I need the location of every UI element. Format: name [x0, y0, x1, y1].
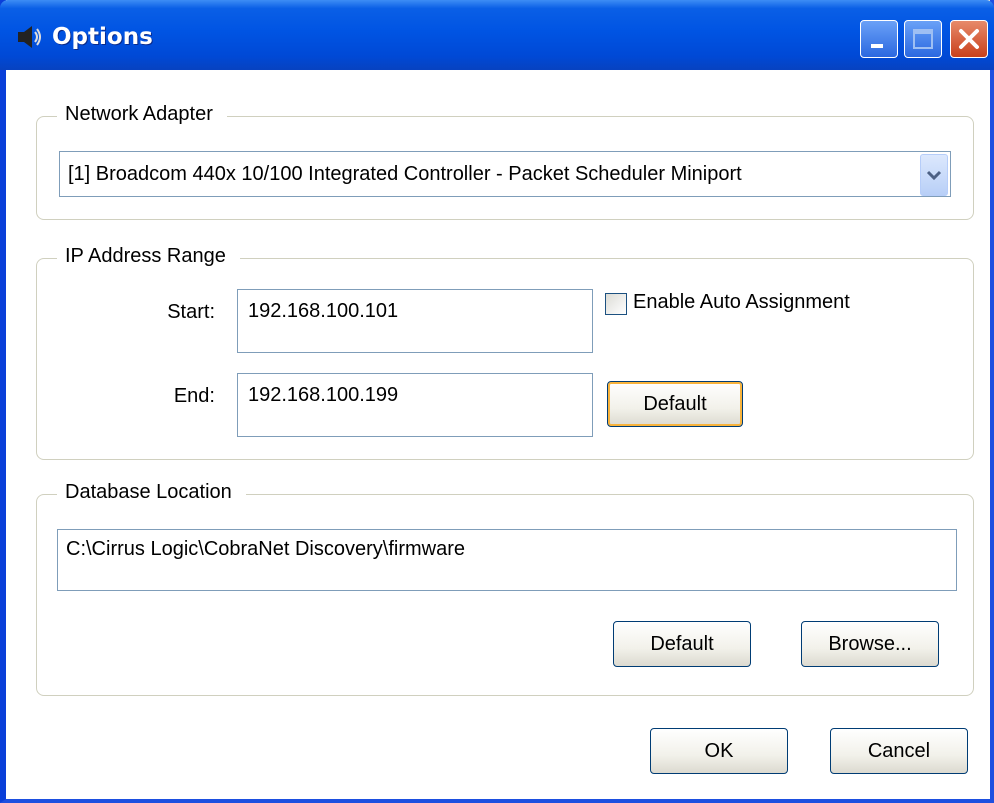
- speaker-icon: [18, 26, 41, 48]
- maximize-button[interactable]: [904, 20, 942, 58]
- database-group: Database Location C:\Cirrus Logic\CobraN…: [36, 481, 974, 696]
- network-adapter-legend: Network Adapter: [57, 103, 227, 126]
- database-default-button[interactable]: Default: [613, 621, 751, 667]
- ip-range-group: IP Address Range Start: 192.168.100.101 …: [36, 245, 974, 460]
- browse-label: Browse...: [828, 633, 912, 655]
- end-label: End:: [173, 385, 215, 407]
- start-label: Start:: [167, 301, 215, 323]
- dropdown-button[interactable]: [920, 154, 948, 196]
- dialog-body: Network Adapter [1] Broadcom 440x 10/100…: [6, 70, 990, 799]
- end-ip-field[interactable]: 192.168.100.199: [237, 373, 593, 437]
- start-ip-field[interactable]: 192.168.100.101: [237, 289, 593, 353]
- ip-default-label: Default: [643, 393, 707, 415]
- ip-default-button[interactable]: Default: [607, 381, 743, 427]
- maximize-icon: [913, 29, 933, 49]
- end-ip-value: 192.168.100.199: [248, 384, 399, 406]
- browse-button[interactable]: Browse...: [801, 621, 939, 667]
- minimize-button[interactable]: [860, 20, 898, 58]
- database-path-field[interactable]: C:\Cirrus Logic\CobraNet Discovery\firmw…: [57, 529, 957, 591]
- chevron-down-icon: [926, 170, 942, 181]
- title-bar[interactable]: Options: [0, 0, 994, 70]
- options-dialog: Options Network Adapter [1] Broadcom 440…: [0, 0, 994, 803]
- cancel-label: Cancel: [867, 740, 931, 762]
- cancel-button[interactable]: Cancel: [830, 728, 968, 774]
- database-legend: Database Location: [57, 481, 246, 504]
- minimize-icon: [871, 44, 883, 48]
- network-adapter-select[interactable]: [1] Broadcom 440x 10/100 Integrated Cont…: [59, 151, 951, 197]
- ok-button[interactable]: OK: [650, 728, 788, 774]
- window-title: Options: [52, 24, 153, 50]
- ip-range-legend: IP Address Range: [57, 245, 240, 268]
- database-path-value: C:\Cirrus Logic\CobraNet Discovery\firmw…: [66, 538, 465, 560]
- ok-label: OK: [704, 740, 734, 762]
- start-ip-value: 192.168.100.101: [248, 300, 399, 322]
- auto-assign-checkbox[interactable]: [605, 293, 627, 315]
- database-default-label: Default: [650, 633, 714, 655]
- network-adapter-group: Network Adapter [1] Broadcom 440x 10/100…: [36, 103, 974, 220]
- close-button[interactable]: [950, 20, 988, 58]
- network-adapter-value: [1] Broadcom 440x 10/100 Integrated Cont…: [68, 163, 742, 185]
- close-icon: [959, 29, 979, 49]
- auto-assign-label[interactable]: Enable Auto Assignment: [633, 291, 850, 314]
